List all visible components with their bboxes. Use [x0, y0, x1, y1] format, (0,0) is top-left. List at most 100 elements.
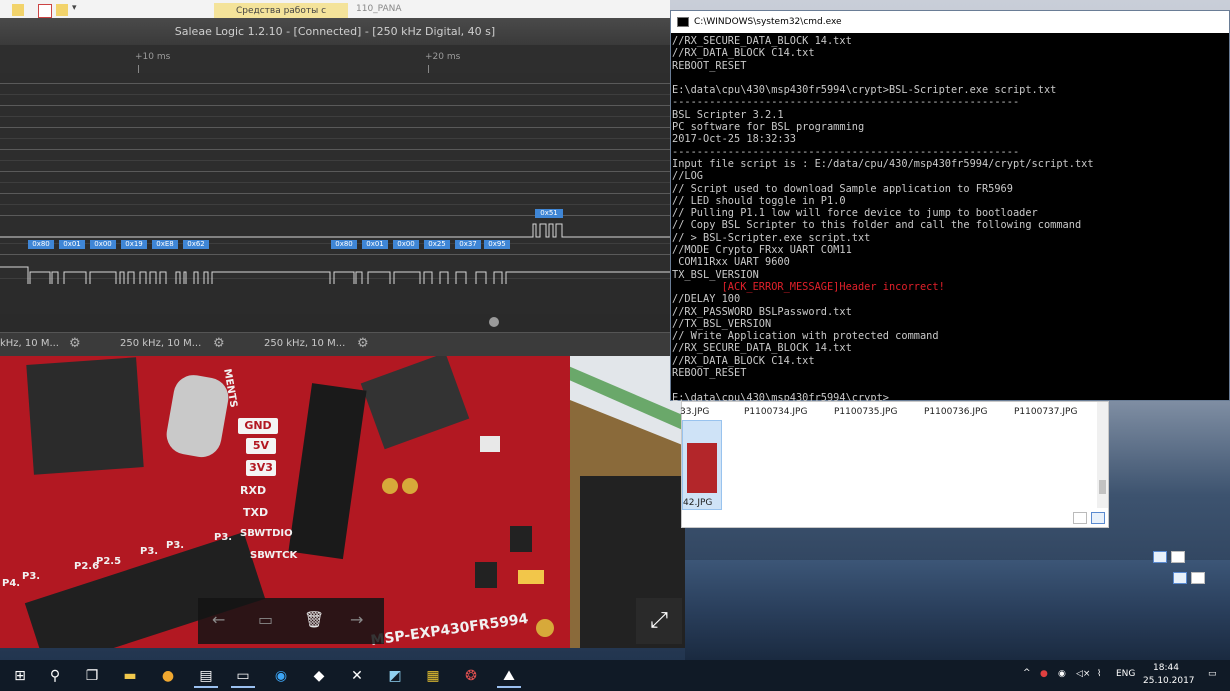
channel-row[interactable]	[0, 161, 670, 183]
gear-icon[interactable]: ⚙	[357, 336, 369, 351]
window-folder-name: 110_PANA	[356, 4, 402, 14]
search-icon[interactable]: ⚲	[43, 664, 67, 688]
decode-label[interactable]: 0x95	[484, 240, 510, 249]
decode-label[interactable]: 0x25	[424, 240, 450, 249]
channel-row[interactable]	[0, 117, 670, 139]
channel-row[interactable]	[0, 73, 670, 95]
saleae-logic-icon[interactable]: ▤	[194, 664, 218, 688]
cmd-line: // Write Application with protected comm…	[672, 330, 939, 343]
tray-app-icon[interactable]: ●	[1040, 669, 1048, 679]
network-icon[interactable]: ⌇	[1097, 669, 1101, 679]
channel-row[interactable]	[0, 95, 670, 117]
ruler-tickline	[428, 65, 429, 73]
decode-label[interactable]: 0x37	[455, 240, 481, 249]
teamviewer-icon[interactable]: ◉	[269, 664, 293, 688]
thumbnail-view-icon[interactable]	[1091, 512, 1105, 524]
file-explorer-icon[interactable]: ▬	[118, 664, 142, 688]
scroll-thumb[interactable]	[1099, 480, 1106, 494]
new-folder-icon[interactable]	[56, 4, 68, 16]
details-view-icon[interactable]	[1073, 512, 1087, 524]
cmd-output[interactable]: //RX_SECURE_DATA_BLOCK 14.txt//RX_DATA_B…	[671, 35, 1230, 401]
cmd-output-lines: //RX_SECURE_DATA_BLOCK 14.txt//RX_DATA_B…	[672, 35, 1230, 281]
file-thumbnail	[687, 443, 717, 493]
clock-date[interactable]: 25.10.2017	[1143, 676, 1195, 686]
silk-sbwtck: SBWTCK	[250, 550, 298, 561]
properties-icon[interactable]	[38, 4, 52, 18]
folder-icon[interactable]	[12, 4, 24, 16]
next-arrow-icon[interactable]: →	[350, 610, 363, 629]
show-hidden-icons[interactable]: ^	[1023, 668, 1031, 678]
decode-label[interactable]: 0x51	[535, 209, 563, 218]
file-name[interactable]: P1100735.JPG	[834, 407, 897, 417]
analyzer-tab-3[interactable]: 250 kHz, 10 M...	[264, 338, 345, 349]
cmd-line: E:\data\cpu\430\msp430fr5994\crypt>	[672, 391, 889, 401]
cmd-line: E:\data\cpu\430\msp430fr5994\crypt>BSL-S…	[672, 84, 1057, 97]
app-cube-icon[interactable]: ◆	[307, 664, 331, 688]
colors-app-icon[interactable]: ▦	[421, 664, 445, 688]
tools-icon[interactable]: ✕	[345, 664, 369, 688]
decode-label[interactable]: 0x62	[183, 240, 209, 249]
cmd-line: //MODE Crypto FRxx UART COM11	[672, 244, 852, 257]
silk-sbwtdio: SBWTDIO	[240, 528, 293, 539]
previous-arrow-icon[interactable]: ←	[212, 610, 225, 629]
notifications-icon[interactable]: ▭	[1208, 669, 1217, 679]
cmd-line: BSL Scripter 3.2.1	[672, 108, 784, 121]
selected-file-tile[interactable]: 42.JPG	[682, 420, 722, 510]
start-windows-icon[interactable]: ⊞	[8, 664, 32, 688]
cmd-line: REBOOT_RESET	[672, 59, 747, 72]
decode-label[interactable]: 0x00	[90, 240, 116, 249]
silk-p3b: P3.	[140, 546, 159, 557]
ribbon-tab-picture-tools[interactable]: Средства работы с рисунками	[214, 3, 348, 32]
silk-gnd: GND	[238, 418, 278, 434]
media-app-icon[interactable]: ❂	[459, 664, 483, 688]
decode-label[interactable]: 0xE8	[152, 240, 178, 249]
decode-label[interactable]: 0x01	[59, 240, 85, 249]
cmd-line: //RX_SECURE_DATA_BLOCK 14.txt	[672, 35, 852, 47]
ruler-tick-20ms: +20 ms	[425, 52, 461, 62]
fullscreen-expand-icon[interactable]: ⤢	[636, 598, 682, 644]
thumbnail-view-icon[interactable]	[1191, 572, 1205, 584]
cmd-line: //RX_SECURE_DATA_BLOCK 14.txt	[672, 342, 852, 355]
silk-p3c: P3.	[166, 540, 185, 551]
file-name[interactable]: 33.JPG	[680, 407, 709, 417]
gear-icon[interactable]: ⚙	[213, 336, 225, 351]
tray-app-icon[interactable]: ◉	[1058, 669, 1066, 679]
vertical-scrollbar[interactable]	[1097, 402, 1108, 508]
thumbnail-view-icon[interactable]	[1171, 551, 1185, 563]
delete-icon[interactable]: 🗑	[304, 610, 324, 629]
silk-3v3: 3V3	[246, 460, 276, 476]
cmd-output-lines: //DELAY 100//RX_PASSWORD BSLPassword.txt…	[672, 293, 1230, 401]
file-name[interactable]: P1100734.JPG	[744, 407, 807, 417]
cmd-line: PC software for BSL programming	[672, 121, 865, 134]
decode-label[interactable]: 0x19	[121, 240, 147, 249]
decode-label[interactable]: 0x80	[331, 240, 357, 249]
volume-icon[interactable]: ◁×	[1076, 669, 1090, 679]
photo-viewer-controls: ← ▭ 🗑 →	[198, 598, 384, 644]
cmd-line: //TX_BSL_VERSION	[672, 317, 772, 330]
channel-row[interactable]	[0, 183, 670, 205]
file-name[interactable]: P1100736.JPG	[924, 407, 987, 417]
details-view-icon[interactable]	[1173, 572, 1187, 584]
cmd-icon[interactable]: ▭	[231, 664, 255, 688]
details-view-icon[interactable]	[1153, 551, 1167, 563]
analyzer-tab-1[interactable]: kHz, 10 M...	[0, 338, 59, 349]
chrome-icon[interactable]: ●	[156, 664, 180, 688]
cmd-line: COM11Rxx UART 9600	[672, 256, 790, 269]
decode-label[interactable]: 0x80	[28, 240, 54, 249]
task-view-icon[interactable]: ❐	[80, 664, 104, 688]
slideshow-icon[interactable]: ▭	[258, 610, 273, 629]
analyzer-tab-2[interactable]: 250 kHz, 10 M...	[120, 338, 201, 349]
file-name[interactable]: P1100737.JPG	[1014, 407, 1077, 417]
photos-icon[interactable]: ⛰	[497, 664, 521, 688]
customize-quick-access-icon[interactable]: ▾	[72, 3, 77, 13]
decode-label[interactable]: 0x00	[393, 240, 419, 249]
time-ruler[interactable]: +10 ms +20 ms	[0, 45, 670, 74]
scroll-handle[interactable]	[489, 317, 499, 327]
clock-time[interactable]: 18:44	[1153, 663, 1179, 673]
file-name: 42.JPG	[683, 498, 713, 508]
notepad-icon[interactable]: ◩	[383, 664, 407, 688]
gear-icon[interactable]: ⚙	[69, 336, 81, 351]
decode-label[interactable]: 0x01	[362, 240, 388, 249]
channel-row[interactable]	[0, 139, 670, 161]
language-indicator[interactable]: ENG	[1116, 669, 1135, 679]
